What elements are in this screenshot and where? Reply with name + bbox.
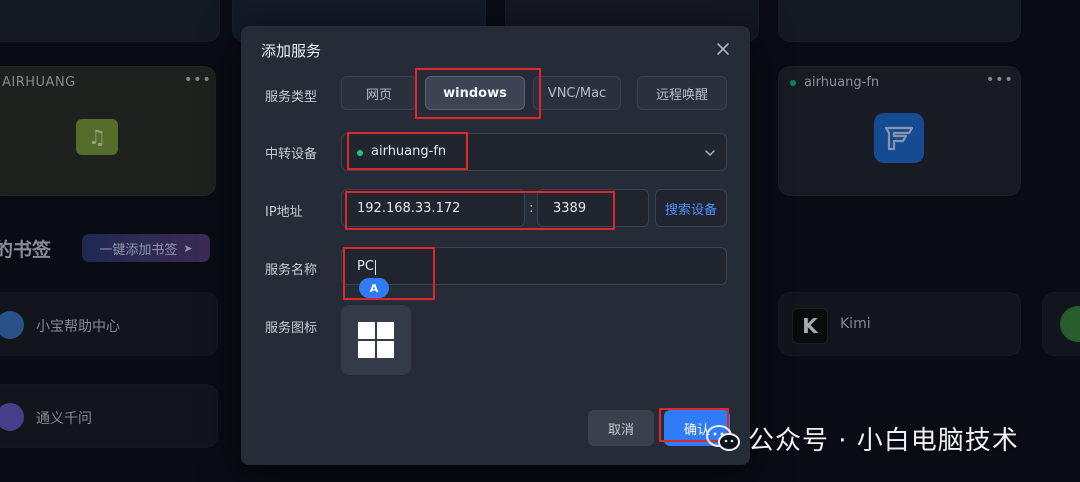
service-name-input[interactable]: [341, 247, 727, 285]
relay-device-value: airhuang-fn: [371, 144, 447, 159]
service-name-value: PC: [357, 259, 374, 274]
close-icon[interactable]: [714, 40, 732, 58]
service-icon-label: 服务图标: [265, 321, 318, 336]
watermark-text: 公众号 · 小白电脑技术: [748, 426, 1019, 456]
service-name-label: 服务名称: [265, 263, 318, 278]
watermark: 公众号 · 小白电脑技术: [706, 420, 1019, 457]
windows-logo-icon: [358, 322, 394, 358]
service-type-web-option[interactable]: 网页: [341, 76, 417, 110]
service-type-windows-option[interactable]: windows: [425, 76, 525, 110]
service-type-vnc-option[interactable]: VNC/Mac: [533, 76, 621, 110]
ip-port-separator: :: [529, 201, 534, 216]
service-icon-picker[interactable]: [341, 305, 411, 375]
ip-address-label: IP地址: [265, 205, 303, 220]
chevron-down-icon[interactable]: [703, 146, 717, 160]
text-caret: [375, 260, 376, 275]
service-type-label: 服务类型: [265, 90, 318, 105]
ime-indicator: A: [359, 278, 389, 298]
add-service-dialog: 添加服务 服务类型 网页 windows VNC/Mac 远程唤醒 中转设备 a…: [241, 26, 750, 465]
wechat-logo-icon: [706, 424, 740, 451]
search-device-button[interactable]: 搜索设备: [655, 189, 727, 227]
port-value: 3389: [553, 201, 587, 216]
ip-address-value: 192.168.33.172: [357, 201, 461, 216]
relay-device-label: 中转设备: [265, 147, 318, 162]
service-type-wol-option[interactable]: 远程唤醒: [637, 76, 727, 110]
cancel-button[interactable]: 取消: [588, 410, 654, 446]
online-status-dot: [357, 150, 363, 156]
dialog-title: 添加服务: [261, 42, 322, 60]
